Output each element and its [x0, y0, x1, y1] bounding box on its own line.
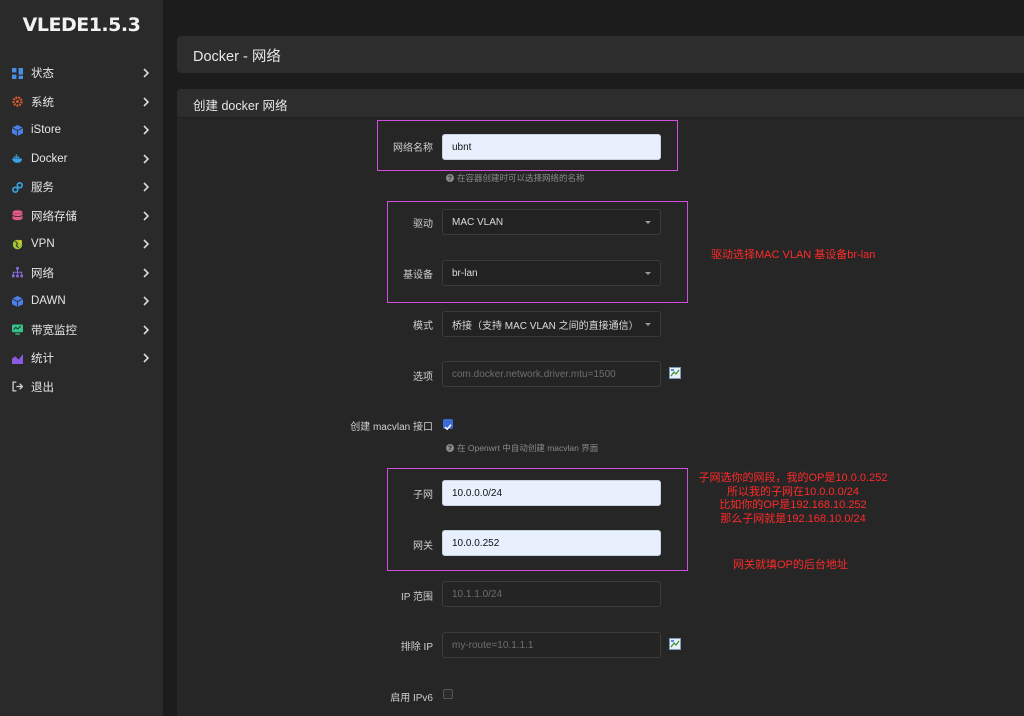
sidebar-item-bandwidth[interactable]: 带宽监控	[0, 316, 163, 345]
exclude-ip-label: 排除 IP	[400, 642, 433, 653]
chevron-right-icon	[142, 182, 150, 192]
sidebar-item-label: iStore	[31, 124, 62, 137]
sidebar-item-statistics[interactable]: 统计	[0, 344, 163, 373]
chevron-right-icon	[142, 125, 150, 135]
sidebar-item-nas[interactable]: 网络存储	[0, 202, 163, 231]
sidebar-item-vpn[interactable]: VPN	[0, 230, 163, 259]
sidebar-item-network[interactable]: 网络	[0, 259, 163, 288]
chevron-right-icon	[142, 325, 150, 335]
chevron-right-icon	[142, 296, 150, 306]
sidebar-item-label: 服务	[31, 182, 54, 195]
create-macvlan-hint: ? 在 Openwrt 中自动创建 macvlan 界面	[446, 443, 599, 453]
sidebar-item-label: VPN	[31, 238, 55, 251]
gear-icon	[12, 96, 23, 107]
globe-icon	[12, 239, 23, 250]
chevron-right-icon	[142, 154, 150, 164]
help-icon: ?	[446, 444, 454, 452]
highlight-box-subnet-gateway	[387, 468, 688, 571]
sidebar-nav: 状态 系统 iStore Docker 服务 网络存储 VPN 网络 DAWN …	[0, 59, 163, 401]
sidebar-item-label: 状态	[31, 68, 54, 81]
help-icon: ?	[446, 174, 454, 182]
chevron-right-icon	[142, 268, 150, 278]
highlight-box-driver	[387, 201, 688, 303]
caret-down-icon	[645, 323, 651, 326]
gateway-annotation: 网关就填OP的后台地址	[733, 559, 848, 571]
ipv6-label: 启用 IPv6	[390, 693, 433, 704]
sidebar-item-label: 网络	[31, 267, 54, 280]
section-header: 创建 docker 网络	[177, 89, 1024, 118]
logout-icon	[12, 381, 23, 392]
sidebar-item-dawn[interactable]: DAWN	[0, 287, 163, 316]
picker-icon[interactable]	[669, 367, 681, 379]
chevron-right-icon	[142, 211, 150, 221]
chevron-right-icon	[142, 97, 150, 107]
docker-whale-icon	[12, 153, 23, 164]
ip-range-input[interactable]: 10.1.1.0/24	[442, 581, 661, 607]
network-tree-icon	[12, 267, 23, 278]
subnet-annotation: 子网选你的网段，我的OP是10.0.0.252 所以我的子网在10.0.0.0/…	[698, 472, 888, 525]
section-title: 创建 docker 网络	[193, 99, 288, 113]
create-macvlan-checkbox[interactable]	[443, 419, 453, 431]
dashboard-icon	[12, 67, 23, 79]
sidebar: VLEDE1.5.3 状态 系统 iStore Docker 服务 网络存储 V…	[0, 0, 163, 716]
sidebar-item-logout[interactable]: 退出	[0, 373, 163, 402]
monitor-icon	[12, 324, 23, 335]
sidebar-item-label: Docker	[31, 152, 68, 165]
network-name-hint: ? 在容器创建时可以选择网络的名称	[446, 173, 585, 183]
sidebar-item-services[interactable]: 服务	[0, 173, 163, 202]
database-icon	[12, 210, 23, 221]
mode-label: 模式	[413, 321, 433, 332]
sidebar-item-status[interactable]: 状态	[0, 59, 163, 88]
options-input[interactable]: com.docker.network.driver.mtu=1500	[442, 361, 661, 387]
checkmark-icon	[444, 424, 452, 431]
sidebar-item-label: 带宽监控	[31, 324, 77, 337]
ipv6-checkbox[interactable]	[443, 689, 453, 699]
cube-icon	[12, 295, 23, 307]
highlight-box-network-name	[377, 120, 678, 171]
sidebar-item-istore[interactable]: iStore	[0, 116, 163, 145]
create-network-panel: 创建 docker 网络	[177, 89, 1024, 716]
ip-range-label: IP 范围	[400, 592, 433, 603]
picker-icon[interactable]	[669, 638, 681, 650]
page-title: Docker - 网络	[193, 49, 281, 65]
chart-icon	[12, 353, 23, 364]
page-title-bar: Docker - 网络	[177, 36, 1024, 73]
create-macvlan-label: 创建 macvlan 接口	[350, 422, 433, 433]
sidebar-item-label: 退出	[31, 381, 54, 394]
link-icon	[12, 181, 23, 193]
sidebar-item-label: DAWN	[31, 295, 66, 308]
cube-icon	[12, 124, 23, 136]
mode-select[interactable]: 桥接（支持 MAC VLAN 之间的直接通信）	[442, 311, 661, 337]
driver-annotation: 驱动选择MAC VLAN 基设备br-lan	[711, 249, 876, 261]
sidebar-item-label: 系统	[31, 96, 54, 109]
sidebar-item-docker[interactable]: Docker	[0, 145, 163, 174]
chevron-right-icon	[142, 239, 150, 249]
sidebar-item-label: 网络存储	[31, 210, 77, 223]
chevron-right-icon	[142, 68, 150, 78]
brand-logo: VLEDE1.5.3	[22, 14, 141, 36]
chevron-right-icon	[142, 353, 150, 363]
options-label: 选项	[413, 372, 433, 383]
exclude-ip-input[interactable]: my-route=10.1.1.1	[442, 632, 661, 658]
sidebar-item-system[interactable]: 系统	[0, 88, 163, 117]
sidebar-item-label: 统计	[31, 353, 54, 366]
